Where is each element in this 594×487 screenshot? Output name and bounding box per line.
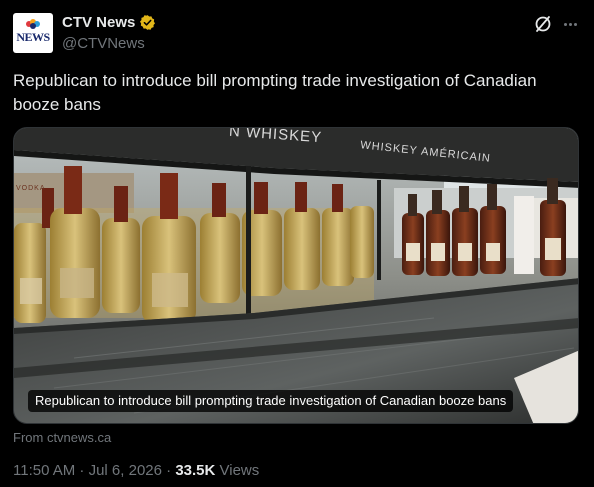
sign-small-text: VODKA xyxy=(16,185,46,192)
display-name[interactable]: CTV News xyxy=(62,14,135,31)
verified-badge-icon xyxy=(140,15,156,30)
grok-icon[interactable] xyxy=(533,14,553,34)
name-row: CTV News xyxy=(62,14,156,31)
more-options-icon[interactable] xyxy=(560,14,580,34)
handle[interactable]: @CTVNews xyxy=(62,35,145,52)
avatar-brand-text: NEWS xyxy=(16,30,50,44)
media-caption: Republican to introduce bill prompting t… xyxy=(28,390,514,412)
tweet-meta: 11:50 AM · Jul 6, 2026 · 33.5K Views xyxy=(13,462,259,479)
network-logo-icon xyxy=(26,19,40,29)
media-image xyxy=(14,128,578,423)
views-count: 33.5K xyxy=(175,462,216,479)
tweet: NEWS CTV News @CTVNews Republican to int… xyxy=(0,0,594,487)
tweet-text: Republican to introduce bill prompting t… xyxy=(13,71,537,114)
timestamp[interactable]: 11:50 AM · Jul 6, 2026 · xyxy=(13,462,175,479)
avatar[interactable]: NEWS xyxy=(13,13,53,53)
views-label: Views xyxy=(215,462,260,479)
link-source[interactable]: From ctvnews.ca xyxy=(13,430,111,445)
media-card[interactable]: N WHISKEY WHISKEY AMÉRICAIN VODKA Republ… xyxy=(13,127,579,424)
